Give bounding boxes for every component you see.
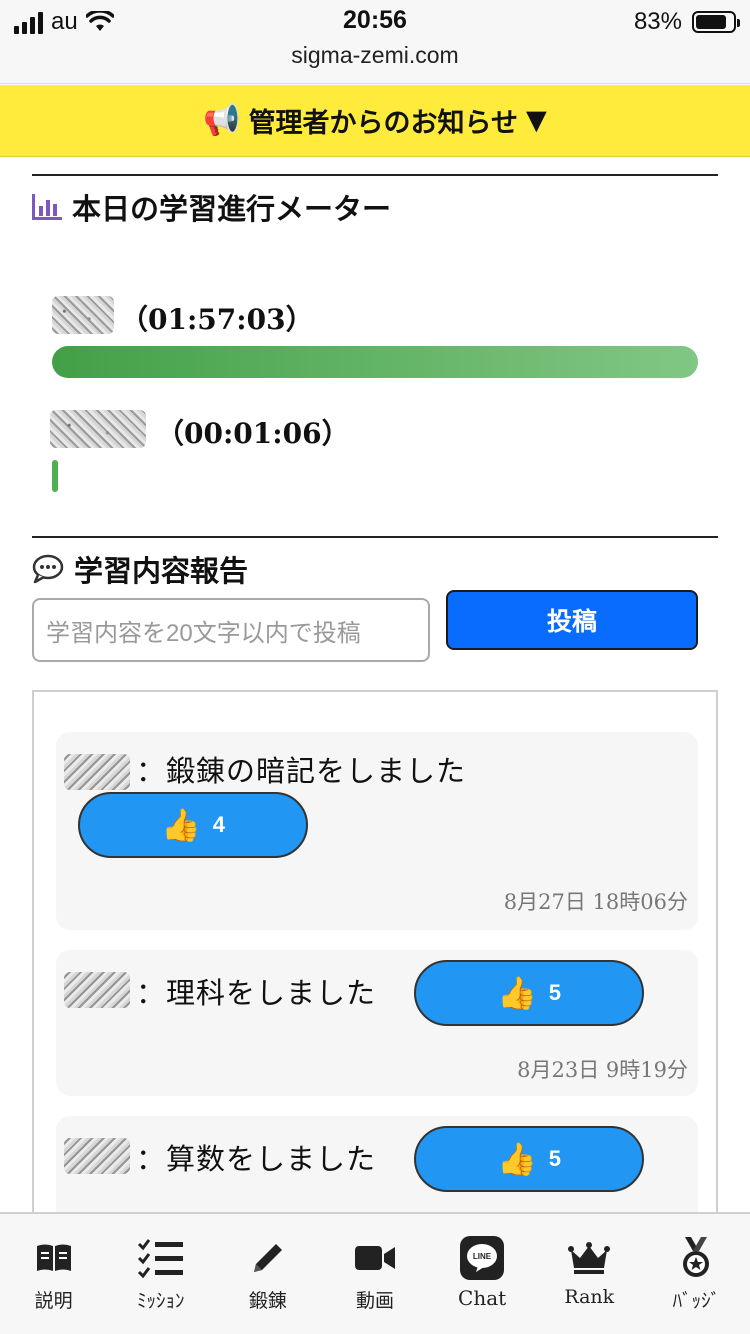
nav-item-mission[interactable]: ﾐｯｼｮﾝ [107,1214,214,1334]
bottom-nav: 説明 ﾐｯｼｮﾝ 鍛錬 動画 LINE Chat Rank ﾊﾞｯｼﾞ [0,1212,750,1334]
separator: ： [136,976,167,1010]
status-bar: au 20:56 sigma-zemi.com 83% [0,0,750,84]
report-text: ：鍛錬の暗記をしました [136,748,466,790]
thumbs-up-icon: 👍 [496,975,537,1011]
line-chat-icon: LINE [460,1236,505,1280]
meter-time: （00:01:06） [156,417,350,450]
nav-label: ﾊﾞｯｼﾞ [672,1290,721,1312]
like-count: 5 [548,980,562,1005]
report-body: 算数をしました [166,1142,377,1176]
like-button[interactable]: 👍 5 [414,1126,644,1192]
avatar-blurred [64,754,130,790]
meter-title: 本日の学習進行メーター [72,192,392,226]
timestamp: 8月23日 9時19分 [517,1058,688,1082]
nav-item-explanation[interactable]: 説明 [0,1214,107,1334]
report-body: 理科をしました [166,976,377,1010]
book-icon [35,1236,73,1280]
video-camera-icon [354,1236,395,1280]
divider [32,536,718,538]
battery-icon [692,11,740,33]
thumbs-up-icon: 👍 [496,1141,537,1177]
bar-chart-icon [32,194,62,220]
like-button[interactable]: 👍 4 [78,792,308,858]
thumbs-up-icon: 👍 [160,807,201,843]
report-text: ：理科をしました [136,970,376,1012]
battery-percent: 83% [633,8,682,35]
report-heading: 学習内容報告 [32,548,248,590]
meter-heading: 本日の学習進行メーター [32,186,391,228]
report-input[interactable]: 学習内容を20文字以内で投稿 [32,598,430,662]
megaphone-icon: 📢 [203,103,241,138]
chat-bubble-icon [32,554,64,584]
chevron-down-icon: ▼ [526,105,547,136]
avatar-blurred [64,972,130,1008]
nav-item-badge[interactable]: ﾊﾞｯｼﾞ [643,1214,750,1334]
announcement-toggle[interactable]: 📢 管理者からのお知らせ ▼ [0,85,750,157]
list-item: ：理科をしました 👍 5 8月23日 9時19分 [56,950,698,1096]
report-feed[interactable]: ：鍛錬の暗記をしました 👍 4 8月27日 18時06分 ：理科をしました 👍 … [32,690,718,1290]
meter-time: （01:57:03） [120,303,314,336]
like-button[interactable]: 👍 5 [414,960,644,1026]
nav-item-training[interactable]: 鍛錬 [214,1214,321,1334]
report-body: 鍛錬の暗記をしました [166,754,467,788]
nav-label: 動画 [355,1290,394,1312]
progress-bar [52,346,698,378]
like-count: 4 [212,812,226,837]
avatar-blurred [50,410,146,448]
post-button[interactable]: 投稿 [446,590,698,650]
status-right: 83% [633,8,740,36]
checklist-icon [137,1236,185,1280]
avatar-blurred [64,1138,130,1174]
pencil-icon [250,1236,286,1280]
report-title: 学習内容報告 [74,554,249,588]
nav-item-chat[interactable]: LINE Chat [429,1214,536,1334]
timestamp: 8月27日 18時06分 [503,890,688,914]
separator: ： [136,1142,167,1176]
progress-bar [52,460,698,492]
battery-level [696,15,726,29]
url-bar[interactable]: sigma-zemi.com [0,42,750,69]
crown-icon [568,1236,611,1280]
separator: ： [136,754,167,788]
avatar-blurred [52,296,114,334]
nav-label: Rank [564,1286,615,1308]
svg-text:LINE: LINE [473,1252,492,1261]
nav-item-rank[interactable]: Rank [536,1214,643,1334]
nav-label: ﾐｯｼｮﾝ [136,1290,185,1312]
divider [32,174,718,176]
nav-label: 鍛錬 [248,1290,287,1312]
list-item: ：鍛錬の暗記をしました 👍 4 8月27日 18時06分 [56,732,698,930]
nav-item-video[interactable]: 動画 [321,1214,428,1334]
report-placeholder: 学習内容を20文字以内で投稿 [46,619,361,647]
progress-fill [52,460,58,492]
progress-fill [52,346,698,378]
nav-label: 説明 [34,1290,73,1312]
report-text: ：算数をしました [136,1136,376,1178]
like-count: 5 [548,1146,562,1171]
nav-label: Chat [458,1286,507,1310]
medal-icon [679,1236,713,1280]
announcement-label: 管理者からのお知らせ [248,108,519,139]
